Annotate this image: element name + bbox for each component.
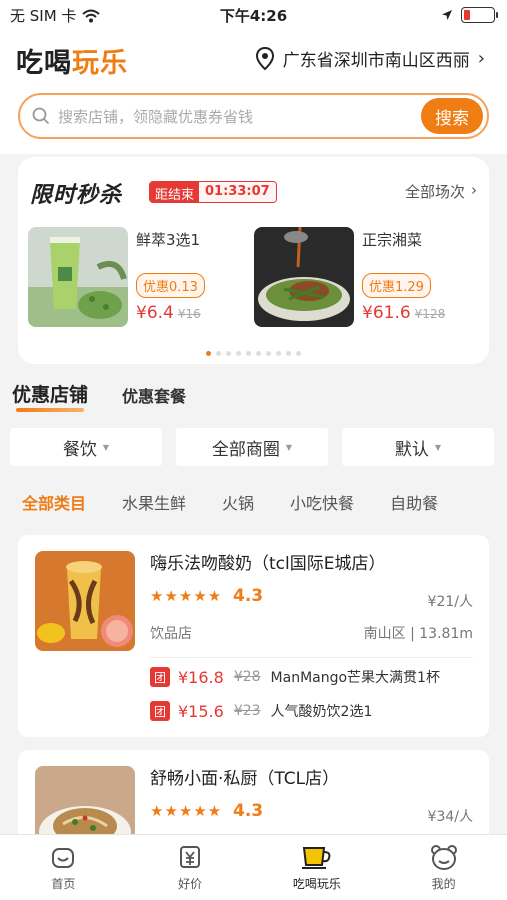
app-header: 吃喝玩乐 广东省深圳市南山区西丽 › bbox=[0, 30, 507, 90]
status-bar: 无 SIM 卡 下午4:26 bbox=[0, 0, 507, 30]
filter-label: 默认 bbox=[394, 439, 429, 460]
all-slots-link[interactable]: 全部场次 › bbox=[405, 181, 477, 202]
deal-name: ManMango芒果大满贯1杯 bbox=[270, 670, 440, 686]
tab-label: 吃喝玩乐 bbox=[292, 877, 341, 891]
logo-part1: 吃喝 bbox=[16, 48, 72, 79]
price-value: ¥6.4 bbox=[136, 303, 174, 323]
tab-mine[interactable]: 我的 bbox=[380, 835, 507, 900]
location-text: 广东省深圳市南山区西丽 bbox=[282, 51, 470, 71]
search-bar[interactable]: 搜索店铺，领隐藏优惠券省钱 搜索 bbox=[18, 93, 489, 139]
filter-label: 餐饮 bbox=[62, 439, 97, 460]
deal-row[interactable]: 团 ¥15.6 ¥23 人气酸奶饮2选1 bbox=[150, 701, 372, 721]
logo-part2: 玩乐 bbox=[72, 48, 128, 79]
dish-image bbox=[254, 227, 354, 327]
caret-down-icon: ▼ bbox=[285, 442, 293, 452]
rating-score: 4.3 bbox=[233, 586, 264, 606]
group-deal-badge: 团 bbox=[150, 667, 170, 687]
deal-price: ¥15.6 bbox=[178, 701, 224, 721]
deal-row[interactable]: 团 ¥16.8 ¥28 ManMango芒果大满贯1杯 bbox=[150, 667, 440, 687]
price-per-person: ¥21/人 bbox=[427, 594, 473, 610]
filter-sort[interactable]: 默认 ▼ bbox=[342, 428, 494, 466]
store-distance: 南山区 | 13.81m bbox=[363, 626, 473, 642]
star-rating-icon: ★★★★★ bbox=[150, 587, 223, 605]
category-tab-fruit[interactable]: 水果生鲜 bbox=[122, 490, 186, 514]
divider bbox=[150, 657, 473, 658]
product-name: 鲜萃3选1 bbox=[136, 231, 201, 249]
deal-original-price: ¥28 bbox=[233, 669, 261, 685]
star-rating-icon: ★★★★★ bbox=[150, 802, 223, 820]
flash-product[interactable]: 正宗湘菜 优惠1.29 ¥61.6 ¥128 bbox=[254, 227, 474, 331]
chevron-right-icon: › bbox=[471, 181, 477, 199]
original-price: ¥16 bbox=[177, 307, 201, 321]
tab-discount-packages[interactable]: 优惠套餐 bbox=[122, 383, 186, 407]
clock: 下午4:26 bbox=[219, 7, 288, 25]
countdown-time: 01:33:07 bbox=[199, 182, 276, 202]
deal-original-price: ¥23 bbox=[233, 703, 261, 719]
home-icon bbox=[52, 848, 75, 868]
product-coupon: 优惠1.29 bbox=[362, 273, 431, 298]
deal-name: 人气酸奶饮2选1 bbox=[270, 704, 373, 720]
caret-down-icon: ▼ bbox=[102, 442, 110, 452]
countdown-label: 距结束 bbox=[150, 182, 200, 202]
store-name: 舒畅小面·私厨（TCL店） bbox=[150, 769, 340, 789]
product-price: ¥61.6 ¥128 bbox=[362, 303, 445, 323]
search-icon bbox=[32, 107, 50, 125]
search-button[interactable]: 搜索 bbox=[421, 98, 483, 134]
location-arrow-icon bbox=[442, 10, 452, 20]
store-name: 嗨乐法吻酸奶（tcl国际E城店） bbox=[150, 554, 386, 574]
store-image bbox=[35, 551, 135, 651]
bottom-tab-bar: 首页 好价 吃喝玩乐 我的 bbox=[0, 834, 507, 900]
cup-icon bbox=[301, 847, 331, 869]
status-right bbox=[441, 7, 498, 23]
tab-food-fun[interactable]: 吃喝玩乐 bbox=[254, 835, 381, 900]
countdown-timer: 距结束 01:33:07 bbox=[149, 181, 277, 203]
carousel-dots bbox=[18, 351, 489, 356]
search-input[interactable]: 搜索店铺，领隐藏优惠券省钱 bbox=[58, 106, 421, 127]
battery-icon bbox=[461, 7, 498, 23]
chevron-right-icon: › bbox=[477, 48, 485, 69]
store-card[interactable]: 嗨乐法吻酸奶（tcl国际E城店） ★★★★★ 4.3 ¥21/人 饮品店 南山区… bbox=[18, 535, 489, 737]
original-price: ¥128 bbox=[414, 307, 446, 321]
filter-area[interactable]: 全部商圈 ▼ bbox=[176, 428, 328, 466]
all-slots-label: 全部场次 bbox=[404, 183, 465, 201]
flash-sale-card: 限时秒杀 距结束 01:33:07 全部场次 › 鲜萃3选1 优惠0.13 ¥6… bbox=[18, 157, 489, 364]
tab-discount-stores[interactable]: 优惠店铺 bbox=[12, 380, 88, 412]
app-logo: 吃喝玩乐 bbox=[16, 41, 128, 80]
group-deal-badge: 团 bbox=[150, 701, 170, 721]
price-value: ¥61.6 bbox=[362, 303, 411, 323]
tab-label: 好价 bbox=[178, 877, 203, 891]
map-pin-icon bbox=[255, 46, 274, 70]
tab-deals[interactable]: 好价 bbox=[127, 835, 254, 900]
filter-bar: 餐饮 ▼ 全部商圈 ▼ 默认 ▼ bbox=[10, 428, 494, 466]
section-tabs: 优惠店铺 优惠套餐 bbox=[12, 380, 186, 412]
category-tab-buffet[interactable]: 自助餐 bbox=[390, 490, 438, 514]
tab-home[interactable]: 首页 bbox=[0, 835, 127, 900]
deal-price: ¥16.8 bbox=[178, 667, 224, 687]
search-section: 搜索店铺，领隐藏优惠券省钱 搜索 bbox=[0, 90, 507, 154]
store-type: 饮品店 bbox=[150, 626, 192, 642]
category-tabs: 全部类目 水果生鲜 火锅 小吃快餐 自助餐 bbox=[22, 490, 507, 514]
profile-face-icon bbox=[430, 845, 457, 870]
tab-label: 首页 bbox=[51, 877, 76, 891]
category-tab-hotpot[interactable]: 火锅 bbox=[222, 490, 254, 514]
category-tab-all[interactable]: 全部类目 bbox=[22, 490, 86, 514]
filter-label: 全部商圈 bbox=[211, 439, 280, 460]
product-name: 正宗湘菜 bbox=[362, 231, 423, 249]
flash-product[interactable]: 鲜萃3选1 优惠0.13 ¥6.4 ¥16 bbox=[28, 227, 248, 331]
location-selector[interactable]: 广东省深圳市南山区西丽 › bbox=[255, 46, 485, 71]
yuan-tag-icon bbox=[180, 846, 201, 868]
price-per-person: ¥34/人 bbox=[427, 809, 473, 825]
tab-label: 我的 bbox=[431, 877, 456, 891]
category-tab-snacks[interactable]: 小吃快餐 bbox=[290, 490, 354, 514]
rating-score: 4.3 bbox=[233, 801, 264, 821]
caret-down-icon: ▼ bbox=[434, 442, 442, 452]
flash-sale-title: 限时秒杀 bbox=[30, 183, 123, 208]
product-coupon: 优惠0.13 bbox=[136, 273, 205, 298]
filter-category[interactable]: 餐饮 ▼ bbox=[10, 428, 162, 466]
product-price: ¥6.4 ¥16 bbox=[136, 303, 201, 323]
drink-image bbox=[28, 227, 128, 327]
